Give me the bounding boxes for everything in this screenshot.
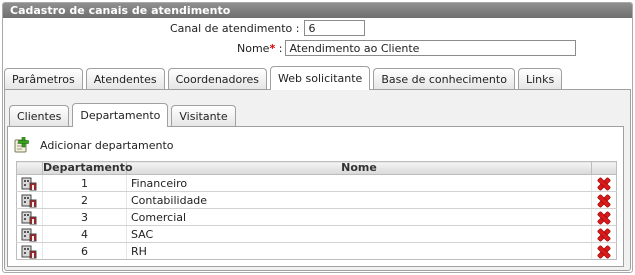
department-name: Financeiro [126,174,592,192]
delete-cell [591,208,617,226]
department-name: SAC [126,225,592,243]
department-cell-icon [16,174,43,192]
departamento-table: Departamento Nome 1 Financeiro 2 Contabi… [16,161,617,260]
department-name: Comercial [126,208,592,226]
department-id: 6 [42,242,127,260]
department-building-icon[interactable] [21,210,38,225]
delete-cell [591,225,617,243]
tab-parametros[interactable]: Parâmetros [4,68,83,90]
table-row[interactable]: 2 Contabilidade [16,191,617,209]
nome-label: Nome* : [237,42,282,55]
tab-links[interactable]: Links [517,68,563,90]
department-name: Contabilidade [126,191,592,209]
panel-title: Cadastro de canais de atendimento [3,3,632,18]
nome-field[interactable] [285,40,577,56]
delete-x-icon[interactable] [598,246,610,258]
nome-label-text: Nome [237,41,270,55]
department-name: RH [126,242,592,260]
tab-base-de-conhecimento[interactable]: Base de conhecimento [373,68,515,90]
canal-label: Canal de atendimento : [170,21,300,35]
canal-row: Canal de atendimento : [170,20,366,36]
department-building-icon[interactable] [21,244,38,259]
table-row[interactable]: 1 Financeiro [16,174,617,192]
tab-web-solicitante[interactable]: Web solicitante [270,66,371,90]
department-building-icon[interactable] [21,193,38,208]
department-cell-icon [16,191,43,209]
add-department-icon [14,136,33,153]
required-marker: * [269,41,276,55]
table-header-row: Departamento Nome [16,161,617,175]
delete-x-icon[interactable] [598,195,610,207]
table-row[interactable]: 6 RH [16,242,617,260]
nome-colon: : [278,41,283,55]
department-id: 3 [42,208,127,226]
delete-x-icon[interactable] [598,178,610,190]
tab-atendentes[interactable]: Atendentes [85,68,165,90]
header-icon-column [16,161,43,175]
department-cell-icon [16,242,43,260]
delete-cell [591,174,617,192]
delete-cell [591,242,617,260]
delete-x-icon[interactable] [598,229,610,241]
header-delete-column [591,161,617,175]
department-building-icon[interactable] [21,227,38,242]
tab-departamento[interactable]: Departamento [72,103,169,127]
tab-coordenadores[interactable]: Coordenadores [167,68,268,90]
table-row[interactable]: 4 SAC [16,225,617,243]
tab-clientes[interactable]: Clientes [9,105,70,127]
department-id: 2 [42,191,127,209]
delete-x-icon[interactable] [598,212,610,224]
tab-visitante[interactable]: Visitante [171,105,236,127]
sub-tabs: Clientes Departamento Visitante [9,103,239,127]
add-department-button[interactable]: Adicionar departamento [14,136,174,153]
header-departamento[interactable]: Departamento [42,161,133,175]
department-id: 4 [42,225,127,243]
header-nome[interactable]: Nome [126,161,592,175]
department-cell-icon [16,225,43,243]
table-row[interactable]: 3 Comercial [16,208,617,226]
department-cell-icon [16,208,43,226]
delete-cell [591,191,617,209]
department-building-icon[interactable] [21,176,38,191]
canal-field[interactable] [304,20,366,36]
nome-row: Nome* : [237,40,577,56]
main-tabs: Parâmetros Atendentes Coordenadores Web … [4,66,565,90]
department-id: 1 [42,174,127,192]
add-department-label: Adicionar departamento [40,138,174,152]
